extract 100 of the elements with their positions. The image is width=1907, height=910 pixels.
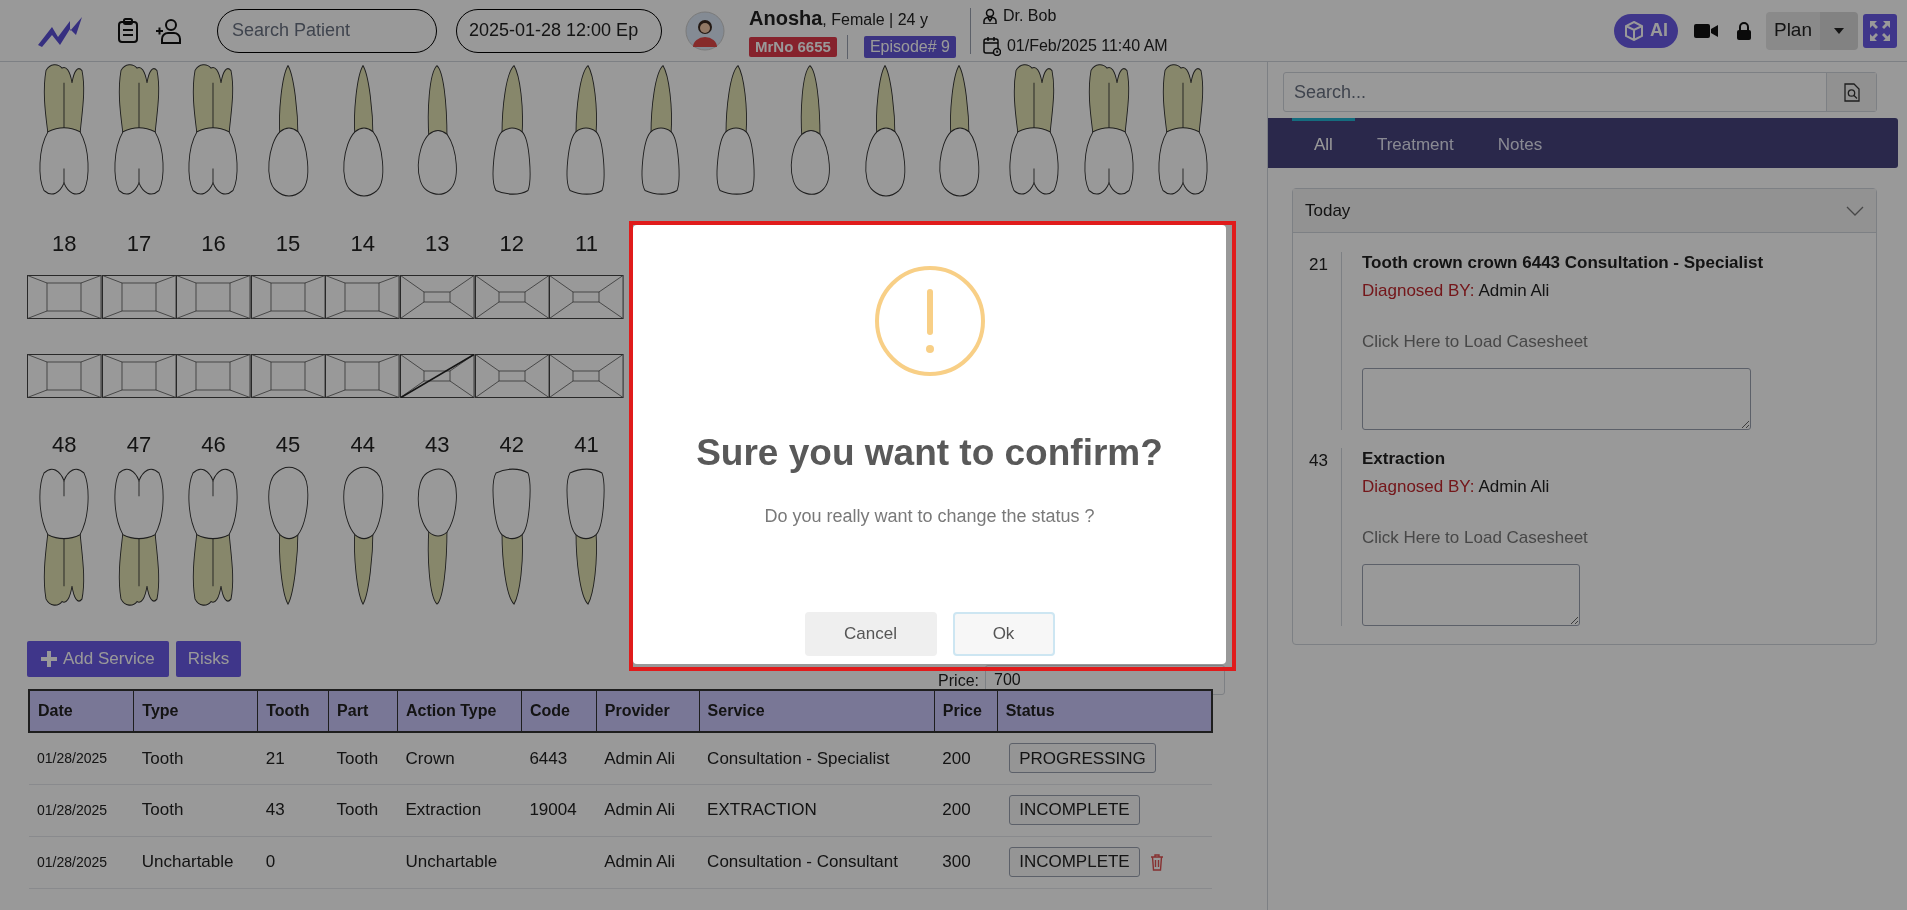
- ai-button[interactable]: AI: [1613, 13, 1678, 48]
- search-button[interactable]: [1826, 73, 1876, 111]
- tooth-number: 42: [499, 432, 525, 457]
- price-label: Price:: [938, 671, 979, 691]
- column-header: Price: [934, 690, 998, 732]
- tooth-number: 15: [275, 231, 301, 256]
- chevron-down-icon[interactable]: [1846, 205, 1864, 216]
- table-cell: Admin Ali: [604, 748, 676, 768]
- table-cell: Admin Ali: [604, 800, 676, 820]
- status-button[interactable]: INCOMPLETE: [1009, 847, 1140, 877]
- tooth-number: 16: [201, 231, 226, 256]
- patient-details: , Female | 24 y: [822, 9, 928, 30]
- tooth-surface-diagram[interactable]: [325, 354, 400, 398]
- diagnosed-by: Admin Ali: [1478, 476, 1550, 498]
- fullscreen-button[interactable]: [1863, 13, 1897, 48]
- tooth-surface-diagram[interactable]: [250, 354, 326, 398]
- tooth-number: 48: [52, 432, 77, 457]
- avatar-icon: [685, 10, 725, 51]
- table-cell: 01/28/2025: [37, 749, 108, 766]
- episode-badge: Episode# 9: [863, 35, 956, 58]
- column-header: Action Type: [397, 690, 522, 732]
- add-user-icon[interactable]: [154, 16, 182, 45]
- status-button[interactable]: INCOMPLETE: [1009, 795, 1140, 825]
- tooth-number: 12: [499, 231, 525, 256]
- table-cell: Crown: [405, 748, 455, 768]
- tooth-number: 13: [425, 231, 450, 256]
- clipboard-icon[interactable]: [116, 17, 140, 44]
- casesheet-link[interactable]: Click Here to Load Casesheet: [1362, 328, 1588, 354]
- tooth-number: 45: [275, 432, 301, 457]
- tooth-surface-diagram[interactable]: [27, 354, 102, 398]
- column-header: Date: [29, 690, 134, 732]
- video-camera-icon[interactable]: [1693, 21, 1718, 40]
- dropdown-button[interactable]: [1820, 11, 1858, 50]
- note-field[interactable]: [1362, 564, 1580, 626]
- field-label: Diagnosed BY:: [1362, 280, 1475, 302]
- tooth-surface-diagram[interactable]: [27, 275, 102, 319]
- cancel-button[interactable]: Cancel: [804, 611, 937, 656]
- table-cell: EXTRACTION: [707, 800, 817, 820]
- table-cell: Tooth: [141, 800, 184, 820]
- tooth-surface-diagram[interactable]: [549, 354, 624, 398]
- table-cell: 300: [942, 852, 971, 872]
- entry-title: Extraction: [1362, 448, 1446, 470]
- doctor-name: Dr. Bob: [1002, 5, 1057, 26]
- column-header: Tooth: [257, 690, 329, 732]
- column-header: Code: [521, 690, 597, 732]
- tooth-surface-diagram[interactable]: [399, 275, 475, 319]
- table-cell: 200: [942, 748, 971, 768]
- search-icon: [1843, 82, 1860, 102]
- column-header: Part: [328, 690, 398, 732]
- tooth-number: 17: [126, 231, 152, 256]
- column-header: Service: [699, 690, 935, 732]
- table-cell: 200: [942, 800, 971, 820]
- tooth-surface-diagram[interactable]: [474, 354, 550, 398]
- tooth-surface-diagram[interactable]: [549, 275, 624, 319]
- caret-icon: [1834, 27, 1844, 34]
- tooth-surface-diagram[interactable]: [250, 275, 326, 319]
- table-cell: Tooth: [336, 800, 379, 820]
- calendar-icon: [982, 35, 1001, 56]
- tab[interactable]: All: [1292, 118, 1355, 168]
- tooth-surface-diagram[interactable]: [176, 275, 251, 319]
- table-cell: 01/28/2025: [37, 853, 108, 870]
- tab[interactable]: Notes: [1475, 118, 1565, 168]
- tooth-surface-diagram[interactable]: [101, 354, 177, 398]
- record-number-badge: MrNo 6655: [749, 36, 837, 57]
- tooth-surface-diagram[interactable]: [176, 354, 251, 398]
- note-field[interactable]: [1362, 368, 1751, 430]
- tooth-number: 18: [52, 231, 77, 256]
- doctor-icon: [982, 7, 997, 24]
- tooth-number: 11: [575, 231, 598, 256]
- lock-icon[interactable]: [1735, 21, 1752, 40]
- trash-icon[interactable]: [1149, 853, 1164, 871]
- table-cell: 21: [265, 748, 285, 768]
- dialog-message: Do you really want to change the status ?: [764, 504, 1095, 528]
- entry-title: Tooth crown crown 6443 Consultation - Specialist: [1362, 252, 1764, 274]
- table-cell: Tooth: [336, 748, 379, 768]
- table-cell: Admin Ali: [604, 852, 676, 872]
- table-cell: 6443: [529, 748, 568, 768]
- table-cell: 0: [265, 852, 276, 872]
- status-button[interactable]: PROGRESSING: [1009, 743, 1156, 774]
- casesheet-link[interactable]: Click Here to Load Casesheet: [1362, 524, 1588, 550]
- search-field[interactable]: Search Patient: [217, 8, 437, 53]
- plan-button[interactable]: Plan: [1765, 11, 1820, 50]
- ok-button[interactable]: Ok: [952, 611, 1055, 656]
- tooth-surface-diagram[interactable]: [399, 354, 475, 398]
- date-field[interactable]: 2025-01-28 12:00 Ep: [456, 8, 662, 53]
- warning-icon: [873, 265, 986, 377]
- expand-icon: [1869, 19, 1891, 42]
- column-header: Status: [997, 690, 1212, 732]
- tooth-surface-diagram[interactable]: [325, 275, 400, 319]
- tooth-surface-diagram[interactable]: [101, 275, 177, 319]
- patient-name: Anosha: [749, 5, 823, 31]
- tooth-number: 44: [350, 432, 375, 457]
- table-cell: Tooth: [141, 748, 184, 768]
- plus-icon: [41, 651, 57, 667]
- dialog-title: Sure you want to confirm?: [696, 431, 1163, 475]
- risks-button[interactable]: Risks: [175, 641, 242, 677]
- table-cell: Consultation - Consultant: [707, 852, 898, 872]
- add-service-button[interactable]: Add Service: [27, 641, 169, 677]
- tab[interactable]: Treatment: [1354, 118, 1476, 168]
- tooth-surface-diagram[interactable]: [474, 275, 550, 319]
